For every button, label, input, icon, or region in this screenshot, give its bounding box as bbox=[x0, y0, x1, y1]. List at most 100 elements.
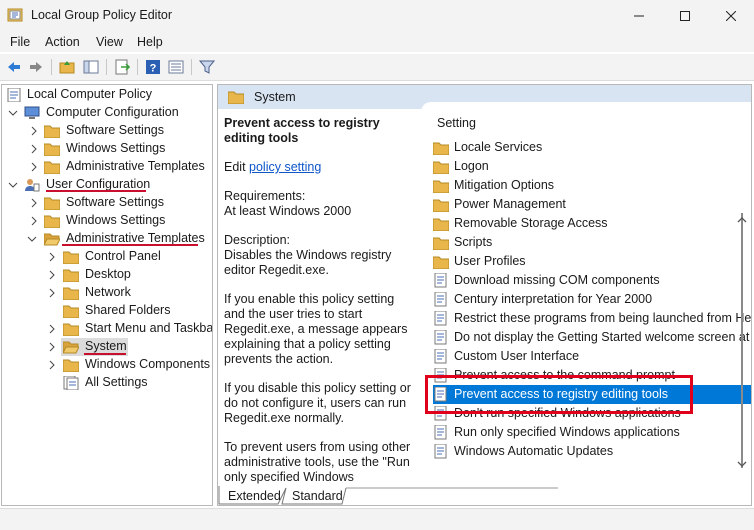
export-list-icon[interactable] bbox=[113, 58, 131, 76]
menu-bar: File Action View Help bbox=[0, 32, 754, 52]
vertical-scrollbar[interactable] bbox=[735, 213, 749, 468]
highlight-box bbox=[425, 375, 693, 414]
folder-icon bbox=[62, 358, 80, 373]
settings-row[interactable]: Scripts bbox=[432, 233, 751, 252]
tree-item-label: User Configuration bbox=[46, 177, 151, 191]
settings-row[interactable]: Download missing COM components bbox=[433, 271, 751, 290]
chevron-right-icon[interactable] bbox=[47, 248, 57, 266]
menu-view[interactable]: View bbox=[96, 35, 123, 49]
title-bar: Local Group Policy Editor bbox=[0, 0, 754, 32]
details-pane: System Prevent access to registry editin… bbox=[217, 84, 752, 506]
setting-label: Mitigation Options bbox=[454, 178, 555, 192]
setting-label: Locale Services bbox=[454, 140, 543, 154]
chevron-down-icon[interactable] bbox=[8, 104, 18, 122]
settings-row[interactable]: Power Management bbox=[432, 195, 751, 214]
setting-label: Century interpretation for Year 2000 bbox=[454, 292, 653, 306]
tree-item-control-panel[interactable]: Control Panel bbox=[44, 248, 212, 266]
settings-row[interactable]: Do not display the Getting Started welco… bbox=[433, 328, 751, 347]
chevron-right-icon[interactable] bbox=[47, 356, 57, 374]
folder-up-icon[interactable] bbox=[58, 58, 76, 76]
tab-standard[interactable]: Standard bbox=[282, 486, 346, 506]
tree-item-software-settings[interactable]: Software Settings bbox=[26, 122, 212, 140]
settings-row[interactable]: Century interpretation for Year 2000 bbox=[433, 290, 751, 309]
tree-item-label: Local Computer Policy bbox=[27, 87, 153, 101]
policy-description: Prevent access to registry editing tools… bbox=[224, 116, 414, 499]
tree-item-software-settings-user[interactable]: Software Settings bbox=[26, 194, 212, 212]
folder-icon bbox=[62, 322, 80, 337]
edit-policy-link[interactable]: policy setting bbox=[249, 160, 321, 174]
settings-row[interactable]: Mitigation Options bbox=[432, 176, 751, 195]
settings-row[interactable]: Removable Storage Access bbox=[432, 214, 751, 233]
menu-file[interactable]: File bbox=[10, 35, 30, 49]
folder-icon bbox=[432, 235, 450, 251]
settings-row[interactable]: Custom User Interface bbox=[433, 347, 751, 366]
chevron-right-icon[interactable] bbox=[29, 212, 39, 230]
folder-icon bbox=[432, 254, 450, 270]
chevron-right-icon[interactable] bbox=[29, 194, 39, 212]
help-icon[interactable]: ? bbox=[144, 58, 162, 76]
maximize-button[interactable] bbox=[662, 0, 708, 32]
settings-row[interactable]: Locale Services bbox=[432, 138, 751, 157]
chevron-right-icon[interactable] bbox=[29, 122, 39, 140]
policy-setting-icon bbox=[433, 329, 449, 345]
filter-icon[interactable] bbox=[198, 58, 216, 76]
forward-arrow-icon[interactable] bbox=[27, 58, 45, 76]
chevron-right-icon[interactable] bbox=[47, 284, 57, 302]
setting-column-header[interactable]: Setting bbox=[437, 116, 476, 130]
folder-icon bbox=[43, 124, 61, 139]
chevron-down-icon[interactable] bbox=[27, 230, 37, 248]
tree-item-label: Software Settings bbox=[66, 195, 164, 209]
tree-item-shared-folders[interactable]: Shared Folders bbox=[44, 302, 212, 320]
chevron-right-icon[interactable] bbox=[29, 158, 39, 176]
chevron-right-icon[interactable] bbox=[29, 140, 39, 158]
toolbar-separator bbox=[191, 59, 192, 75]
tree-item-desktop[interactable]: Desktop bbox=[44, 266, 212, 284]
scroll-down-icon[interactable] bbox=[737, 457, 747, 471]
tree-item-label: Shared Folders bbox=[85, 303, 171, 317]
tab-extended[interactable]: Extended bbox=[218, 486, 282, 506]
window-title: Local Group Policy Editor bbox=[31, 8, 173, 22]
chevron-right-icon[interactable] bbox=[47, 320, 57, 338]
folder-icon bbox=[432, 197, 450, 213]
policy-setting-icon bbox=[433, 291, 449, 307]
scroll-up-icon[interactable] bbox=[737, 213, 747, 227]
settings-list: Setting Locale Services Logon Mitigation O… bbox=[421, 102, 751, 493]
chevron-right-icon[interactable] bbox=[47, 266, 57, 284]
annotation-underline bbox=[84, 353, 126, 355]
folder-icon bbox=[432, 140, 450, 156]
svg-text:?: ? bbox=[150, 63, 157, 75]
tree-item-system[interactable]: System bbox=[44, 338, 212, 356]
tree-item-windows-components[interactable]: Windows Components bbox=[44, 356, 212, 374]
menu-help[interactable]: Help bbox=[137, 35, 163, 49]
tree-item-local-computer-policy[interactable]: Local Computer Policy bbox=[6, 86, 212, 104]
folder-icon bbox=[62, 304, 80, 319]
setting-label: User Profiles bbox=[454, 254, 526, 268]
toolbar-separator bbox=[106, 59, 107, 75]
settings-row[interactable]: User Profiles bbox=[432, 252, 751, 271]
toolbar-separator bbox=[51, 59, 52, 75]
close-button[interactable] bbox=[708, 0, 754, 32]
tree-item-label: System bbox=[85, 339, 127, 353]
user-icon bbox=[24, 178, 40, 192]
tree-item-windows-settings-user[interactable]: Windows Settings bbox=[26, 212, 212, 230]
chevron-right-icon[interactable] bbox=[47, 338, 57, 356]
settings-row[interactable]: Windows Automatic Updates bbox=[433, 442, 751, 461]
chevron-down-icon[interactable] bbox=[8, 176, 18, 194]
settings-row[interactable]: Run only specified Windows applications bbox=[433, 423, 751, 442]
tree-item-all-settings[interactable]: All Settings bbox=[44, 374, 212, 392]
tree-item-network[interactable]: Network bbox=[44, 284, 212, 302]
tree-item-start-menu-taskbar[interactable]: Start Menu and Taskbar bbox=[44, 320, 212, 338]
setting-label: Restrict these programs from being launc… bbox=[454, 311, 751, 325]
show-hide-tree-icon[interactable] bbox=[82, 58, 100, 76]
tree-item-label: Computer Configuration bbox=[46, 105, 179, 119]
tree-item-windows-settings[interactable]: Windows Settings bbox=[26, 140, 212, 158]
settings-row[interactable]: Logon bbox=[432, 157, 751, 176]
menu-action[interactable]: Action bbox=[45, 35, 80, 49]
extended-view-icon[interactable] bbox=[167, 58, 185, 76]
settings-row[interactable]: Restrict these programs from being launc… bbox=[433, 309, 751, 328]
minimize-button[interactable] bbox=[616, 0, 662, 32]
annotation-underline bbox=[62, 244, 198, 246]
tree-item-administrative-templates[interactable]: Administrative Templates bbox=[26, 158, 212, 176]
back-arrow-icon[interactable] bbox=[5, 58, 23, 76]
tree-item-computer-configuration[interactable]: Computer Configuration bbox=[8, 104, 212, 122]
